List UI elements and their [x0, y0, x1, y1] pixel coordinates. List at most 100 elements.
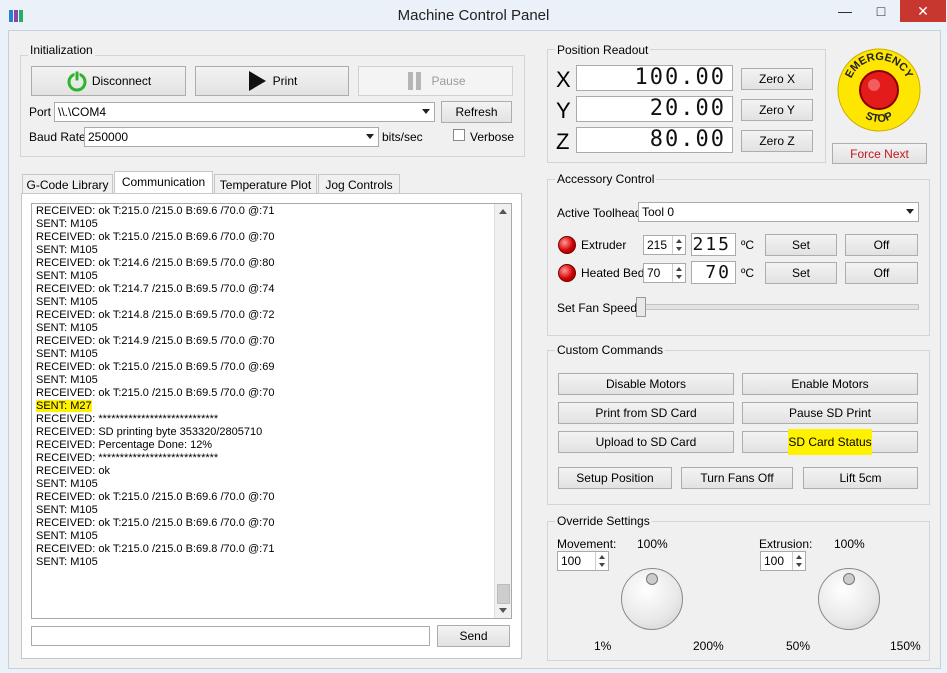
scroll-up-icon[interactable] [499, 209, 507, 214]
override-settings-label: Override Settings [555, 514, 652, 528]
close-button[interactable]: ✕ [900, 0, 946, 22]
log-line: RECEIVED: SD printing byte 353320/280571… [36, 426, 263, 438]
zero-y-button[interactable]: Zero Y [741, 99, 813, 121]
log-line: RECEIVED: ok T:215.0 /215.0 B:69.5 /70.0… [36, 387, 275, 399]
baud-rate-select[interactable]: 250000 [84, 127, 379, 147]
play-icon [247, 70, 267, 92]
movement-min-label: 1% [594, 639, 612, 653]
pause-label: Pause [431, 74, 466, 88]
disconnect-button[interactable]: Disconnect [31, 66, 186, 96]
baud-rate-label: Baud Rate [29, 130, 86, 144]
pause-icon [405, 70, 425, 92]
extruder-temp-spinbox[interactable]: 215 [643, 235, 686, 255]
fan-speed-slider[interactable] [636, 304, 919, 310]
baud-unit-label: bits/sec [382, 130, 423, 144]
log-line: RECEIVED: Percentage Done: 12% [36, 439, 213, 451]
port-value: \\.\COM4 [58, 105, 107, 119]
minimize-button[interactable]: — [830, 0, 860, 22]
log-line: RECEIVED: ok T:215.0 /215.0 B:69.5 /70.0… [36, 361, 275, 373]
movement-center-label: 100% [637, 537, 668, 551]
extrusion-dial-indicator [843, 573, 855, 585]
spin-arrows-icon[interactable] [672, 264, 685, 282]
maximize-button[interactable]: □ [866, 0, 896, 22]
enable-motors-button[interactable]: Enable Motors [742, 373, 918, 395]
scroll-down-icon[interactable] [499, 608, 507, 613]
send-button[interactable]: Send [437, 625, 510, 647]
log-line: RECEIVED: **************************** [36, 452, 219, 464]
log-line: RECEIVED: ok T:215.0 /215.0 B:69.6 /70.0… [36, 205, 275, 217]
z-position-display: 80.00 [576, 127, 733, 153]
port-select[interactable]: \\.\COM4 [54, 102, 435, 122]
command-input[interactable] [31, 626, 430, 646]
tab-temperature-plot[interactable]: Temperature Plot [214, 174, 317, 194]
chevron-down-icon [366, 134, 374, 139]
scroll-thumb[interactable] [497, 584, 510, 604]
spin-arrows-icon[interactable] [672, 236, 685, 254]
force-next-button[interactable]: Force Next [832, 143, 927, 164]
y-position-display: 20.00 [576, 96, 733, 122]
extrusion-value: 100 [764, 554, 785, 568]
extruder-status-led-icon [558, 236, 576, 254]
print-from-sd-button[interactable]: Print from SD Card [558, 402, 734, 424]
log-line: SENT: M105 [36, 556, 98, 568]
fan-speed-slider-handle[interactable] [636, 297, 646, 317]
x-position-display: 100.00 [576, 65, 733, 91]
sd-card-status-button[interactable]: SD Card Status [742, 429, 918, 455]
extrusion-max-label: 150% [890, 639, 921, 653]
pause-sd-print-button[interactable]: Pause SD Print [742, 402, 918, 424]
heated-bed-status-led-icon [558, 264, 576, 282]
tab-jog-controls[interactable]: Jog Controls [318, 174, 400, 194]
setup-position-button[interactable]: Setup Position [558, 467, 672, 489]
verbose-label: Verbose [470, 130, 515, 144]
zero-x-button[interactable]: Zero X [741, 68, 813, 90]
bed-temp-spinbox[interactable]: 70 [643, 263, 686, 283]
extruder-off-button[interactable]: Off [845, 234, 918, 256]
bed-off-button[interactable]: Off [845, 262, 918, 284]
log-line: SENT: M105 [36, 322, 98, 334]
log-line: RECEIVED: ok T:215.0 /215.0 B:69.6 /70.0… [36, 517, 275, 529]
log-line: RECEIVED: ok T:214.9 /215.0 B:69.5 /70.0… [36, 335, 275, 347]
tab-communication[interactable]: Communication [114, 171, 213, 194]
log-line: SENT: M27 [36, 400, 92, 412]
verbose-checkbox[interactable] [453, 129, 465, 141]
lift-5cm-button[interactable]: Lift 5cm [803, 467, 918, 489]
sd-card-status-label: SD Card Status [788, 429, 872, 455]
extruder-set-button[interactable]: Set [765, 234, 837, 256]
log-line: SENT: M105 [36, 348, 98, 360]
accessory-control-label: Accessory Control [555, 172, 657, 186]
movement-max-label: 200% [693, 639, 724, 653]
active-toolhead-select[interactable]: Tool 0 [638, 202, 919, 222]
extruder-set-value: 215 [647, 238, 668, 252]
initialization-label: Initialization [28, 43, 95, 57]
communication-log[interactable]: RECEIVED: ok T:215.0 /215.0 B:69.6 /70.0… [31, 203, 512, 619]
custom-commands-label: Custom Commands [555, 343, 666, 357]
log-line: RECEIVED: ok T:214.8 /215.0 B:69.5 /70.0… [36, 309, 275, 321]
log-line: SENT: M105 [36, 218, 98, 230]
movement-label: Movement: [557, 537, 617, 551]
bed-set-value: 70 [647, 266, 661, 280]
emergency-stop-button[interactable]: EMERGENCY STOP [836, 47, 922, 133]
x-axis-label: X [556, 67, 571, 92]
extrusion-spinbox[interactable]: 100 [760, 551, 806, 571]
spin-arrows-icon[interactable] [792, 552, 805, 570]
zero-z-button[interactable]: Zero Z [741, 130, 813, 152]
y-axis-label: Y [556, 98, 571, 123]
upload-to-sd-button[interactable]: Upload to SD Card [558, 431, 734, 453]
print-button[interactable]: Print [195, 66, 349, 96]
spin-arrows-icon[interactable] [595, 552, 608, 570]
log-lines: RECEIVED: ok T:215.0 /215.0 B:69.6 /70.0… [32, 204, 511, 569]
log-line: RECEIVED: **************************** [36, 413, 219, 425]
bed-set-button[interactable]: Set [765, 262, 837, 284]
turn-fans-off-button[interactable]: Turn Fans Off [681, 467, 793, 489]
movement-spinbox[interactable]: 100 [557, 551, 609, 571]
tab-gcode-library[interactable]: G-Code Library [22, 174, 113, 194]
refresh-button[interactable]: Refresh [441, 101, 512, 123]
pause-button[interactable]: Pause [358, 66, 513, 96]
log-line: SENT: M105 [36, 296, 98, 308]
baud-rate-value: 250000 [88, 130, 129, 144]
log-line: SENT: M105 [36, 478, 98, 490]
log-scrollbar[interactable] [494, 204, 511, 618]
heated-bed-label: Heated Bed [581, 266, 645, 280]
power-icon [66, 70, 88, 92]
disable-motors-button[interactable]: Disable Motors [558, 373, 734, 395]
